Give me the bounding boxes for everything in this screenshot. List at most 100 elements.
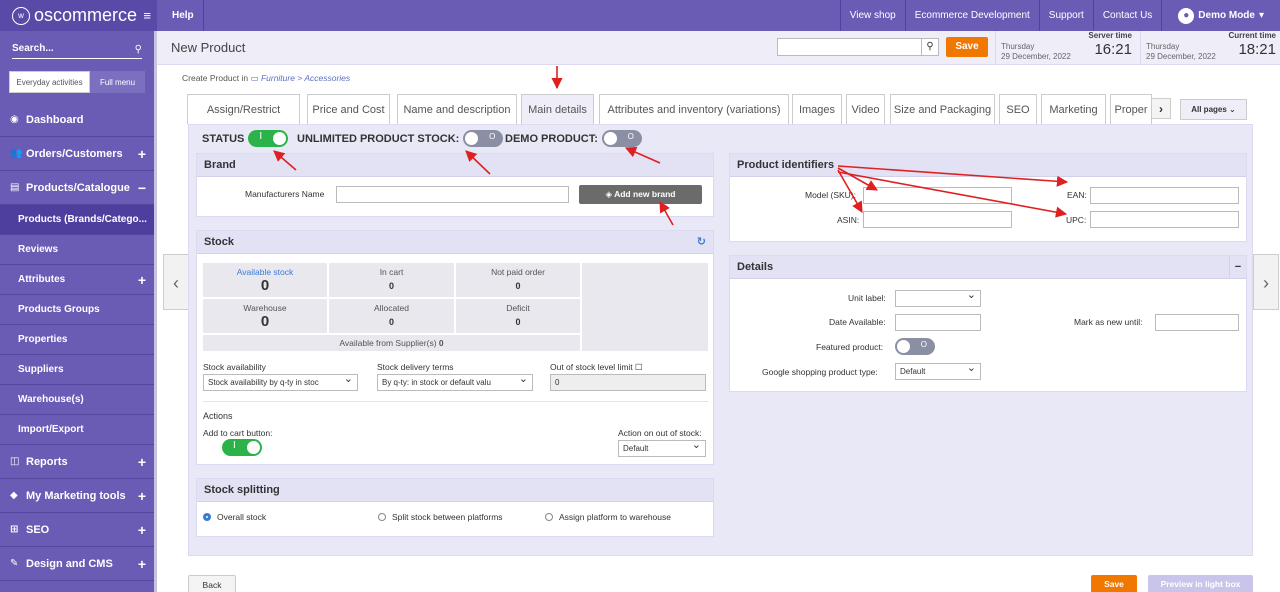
tab-seo[interactable]: SEO	[999, 94, 1037, 124]
asin-input[interactable]	[863, 211, 1012, 228]
sidebar-subitem-products-brands-catego[interactable]: Products (Brands/Catego...	[0, 205, 154, 235]
unlimited-stock-switch[interactable]: O	[463, 130, 504, 147]
sidebar-subitem-properties[interactable]: Properties	[0, 325, 154, 355]
ean-input[interactable]	[1090, 187, 1239, 204]
unit-label-select[interactable]	[895, 290, 981, 307]
plus-icon[interactable]: +	[138, 454, 146, 470]
stock-availability-select[interactable]: Stock availability by q-ty in stoc	[203, 374, 358, 391]
google-type-label: Google shopping product type:	[762, 367, 878, 377]
not-paid-value: 0	[515, 281, 521, 291]
out-of-stock-action-select[interactable]: Default	[618, 440, 706, 457]
sidebar-subitem-products-groups[interactable]: Products Groups	[0, 295, 154, 325]
tab-attributes-and-inventory-variations[interactable]: Attributes and inventory (variations)	[599, 94, 789, 124]
ecommerce-development-link[interactable]: Ecommerce Development	[904, 0, 1039, 31]
chevron-down-icon: ⌄	[1229, 105, 1236, 114]
server-time: Server time Thursday 29 December, 2022 16…	[995, 31, 1136, 65]
sidebar-item-my-marketing-tools[interactable]: ◆ My Marketing tools +	[0, 479, 154, 513]
status-switch[interactable]: I	[248, 130, 289, 147]
header-save-button[interactable]: Save	[946, 37, 988, 57]
status-label: STATUS	[202, 132, 245, 145]
out-of-stock-limit-input[interactable]: 0	[550, 374, 706, 391]
current-clock: 18:21	[1238, 41, 1276, 58]
view-shop-link[interactable]: View shop	[839, 0, 905, 31]
sidebar-subitem-attributes[interactable]: Attributes +	[0, 265, 154, 295]
split-stock-radio[interactable]: Split stock between platforms	[378, 512, 503, 522]
logo[interactable]: w oscommerce ≡	[0, 0, 157, 31]
plus-icon[interactable]: +	[138, 556, 146, 572]
upc-input[interactable]	[1090, 211, 1239, 228]
help-link[interactable]: Help	[170, 0, 204, 31]
sidebar-item-products-catalogue[interactable]: ▤ Products/Catalogue −	[0, 171, 154, 205]
tab-size-and-packaging[interactable]: Size and Packaging	[890, 94, 995, 124]
top-nav: View shop Ecommerce Development Support …	[839, 0, 1280, 31]
manufacturer-input[interactable]	[336, 186, 569, 203]
limit-checkbox[interactable]: ☐	[635, 362, 643, 372]
plus-icon[interactable]: +	[138, 146, 146, 162]
mark-new-input[interactable]	[1155, 314, 1239, 331]
sidebar-item-design-and-cms[interactable]: ✎ Design and CMS +	[0, 547, 154, 581]
support-link[interactable]: Support	[1038, 0, 1093, 31]
sidebar-subitem-reviews[interactable]: Reviews	[0, 235, 154, 265]
demo-product-switch[interactable]: O	[601, 130, 642, 147]
tab-assign-restrict[interactable]: Assign/Restrict	[187, 94, 300, 124]
add-new-brand-button[interactable]: ◈ Add new brand	[579, 185, 702, 204]
switch-off-mark: O	[489, 132, 496, 141]
sidebar-item-orders-customers[interactable]: 👥 Orders/Customers +	[0, 137, 154, 171]
overall-stock-radio[interactable]: Overall stock	[203, 512, 266, 522]
date-available-input[interactable]	[895, 314, 981, 331]
tab-price-and-cost[interactable]: Price and Cost	[307, 94, 390, 124]
sidebar-item-dashboard[interactable]: ◉ Dashboard	[0, 103, 154, 137]
sidebar-subitem-suppliers[interactable]: Suppliers	[0, 355, 154, 385]
minus-icon[interactable]: −	[138, 180, 146, 196]
contact-us-link[interactable]: Contact Us	[1092, 0, 1161, 31]
sidebar-item-reports[interactable]: ◫ Reports +	[0, 445, 154, 479]
header-search-input[interactable]: ⚲	[777, 38, 939, 56]
sidebar-subitem-import-export[interactable]: Import/Export	[0, 415, 154, 445]
chevron-left-icon: ‹	[173, 273, 179, 293]
out-of-stock-action-label: Action on out of stock:	[618, 428, 702, 438]
tabs-next-button[interactable]: ›	[1151, 98, 1171, 119]
status-toggle-row: STATUS I	[202, 130, 289, 147]
delivery-terms-select[interactable]: By q-ty: in stock or default valu	[377, 374, 533, 391]
prev-page-arrow[interactable]: ‹	[163, 254, 189, 310]
tab-proper[interactable]: Proper	[1110, 94, 1152, 124]
asin-label: ASIN:	[837, 215, 860, 225]
next-page-arrow[interactable]: ›	[1253, 254, 1279, 310]
tab-main-details[interactable]: Main details	[521, 94, 594, 124]
plus-icon[interactable]: +	[138, 488, 146, 504]
search-icon[interactable]: ⚲	[135, 44, 142, 55]
user-menu[interactable]: ● Demo Mode ▾	[1161, 0, 1280, 31]
refresh-icon[interactable]: ↻	[697, 231, 706, 254]
full-menu-button[interactable]: Full menu	[90, 71, 145, 93]
menu-toggle-icon[interactable]: ≡	[143, 8, 151, 23]
collapse-icon[interactable]: −	[1229, 256, 1246, 278]
assign-platform-radio[interactable]: Assign platform to warehouse	[545, 512, 671, 522]
sidebar-search[interactable]: Search... ⚲	[12, 43, 142, 59]
available-stock-value: 0	[260, 277, 270, 294]
stock-splitting-title: Stock splitting	[197, 479, 713, 502]
everyday-activities-button[interactable]: Everyday activities	[9, 71, 90, 93]
featured-product-switch[interactable]: O	[895, 338, 935, 355]
tab-video[interactable]: Video	[846, 94, 885, 124]
stock-divider	[203, 401, 708, 402]
breadcrumb-category-link[interactable]: ▭ Furniture > Accessories	[251, 73, 351, 83]
in-cart-value: 0	[388, 281, 394, 291]
sidebar-subitem-warehouse-s[interactable]: Warehouse(s)	[0, 385, 154, 415]
footer-save-button[interactable]: Save	[1091, 575, 1137, 592]
preview-lightbox-button[interactable]: Preview in light box	[1148, 575, 1253, 592]
model-sku-input[interactable]	[863, 187, 1012, 204]
google-type-select[interactable]: Default	[895, 363, 981, 380]
back-button[interactable]: Back	[188, 575, 236, 592]
tab-marketing[interactable]: Marketing	[1041, 94, 1106, 124]
tab-images[interactable]: Images	[792, 94, 842, 124]
all-pages-dropdown[interactable]: All pages ⌄	[1180, 99, 1247, 120]
overall-stock-label: Overall stock	[217, 512, 267, 522]
tab-name-and-description[interactable]: Name and description	[397, 94, 517, 124]
plus-icon[interactable]: +	[138, 272, 146, 288]
unlimited-stock-label: UNLIMITED PRODUCT STOCK:	[297, 132, 460, 145]
plus-icon[interactable]: +	[138, 522, 146, 538]
search-icon[interactable]: ⚲	[921, 39, 938, 55]
warehouse-cell: Warehouse 0	[203, 299, 327, 333]
sidebar-item-seo[interactable]: ⊞ SEO +	[0, 513, 154, 547]
add-to-cart-switch[interactable]: I	[222, 439, 262, 456]
